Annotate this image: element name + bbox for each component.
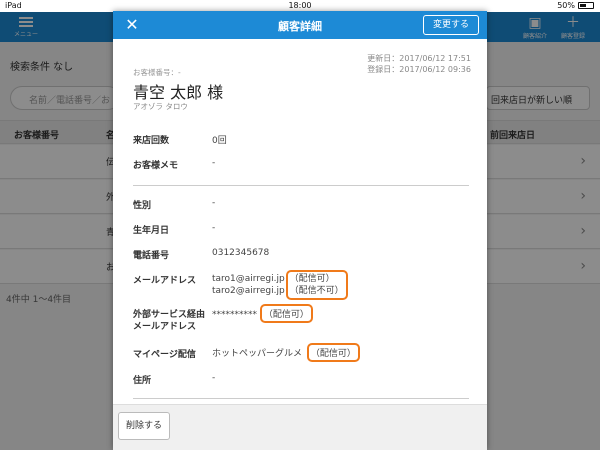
battery-icon xyxy=(578,2,594,9)
email-values: taro1@airregi.jp taro2@airregi.jp （配信可） … xyxy=(212,270,348,300)
mypage-value: ホットペッパーグルメ （配信可） xyxy=(212,343,360,362)
customer-detail-modal: ✕ 顧客詳細 変更する 更新日：2017/06/12 17:51 登録日：201… xyxy=(113,11,487,450)
phone-value: 0312345678 xyxy=(212,248,270,258)
external-email-value: ********** （配信可） xyxy=(212,304,313,323)
customer-name: 青空 太郎 様 xyxy=(133,83,224,102)
email-address: taro1@airregi.jp xyxy=(212,274,285,284)
birthday-value: - xyxy=(212,223,216,233)
email-status: （配信可） xyxy=(289,274,335,284)
external-email-label: 外部サービス経由 メールアドレス xyxy=(133,309,205,333)
modal-header: ✕ 顧客詳細 変更する xyxy=(113,11,487,39)
email-address-list: taro1@airregi.jp taro2@airregi.jp xyxy=(212,270,285,297)
mypage-label: マイページ配信 xyxy=(133,350,196,360)
memo-label: お客様メモ xyxy=(133,161,179,171)
phone-label: 電話番号 xyxy=(133,251,170,261)
email-label: メールアドレス xyxy=(133,276,197,286)
section-divider xyxy=(133,185,469,186)
external-email-label-line: メールアドレス xyxy=(133,322,197,332)
registered-date: 登録日：2017/06/12 09:36 xyxy=(367,65,471,74)
external-email-status: （配信可） xyxy=(259,304,313,323)
external-email-label-line: 外部サービス経由 xyxy=(133,310,206,320)
battery-percent: 50% xyxy=(557,1,575,10)
visit-count-value: 0回 xyxy=(212,136,227,146)
mypage-status: （配信可） xyxy=(306,343,360,362)
mypage-service: ホットペッパーグルメ xyxy=(212,349,303,359)
memo-value: - xyxy=(212,158,216,168)
customer-number: お客様番号：- xyxy=(133,68,181,77)
battery-status: 50% xyxy=(557,1,594,10)
email-status-highlight: （配信可） （配信不可） xyxy=(285,270,348,300)
delete-button[interactable]: 削除する xyxy=(118,412,170,440)
updated-date: 更新日：2017/06/12 17:51 xyxy=(367,54,471,63)
email-status: （配信不可） xyxy=(289,286,344,296)
gender-label: 性別 xyxy=(133,201,152,211)
external-email-masked: ********** xyxy=(212,310,257,320)
visit-count-label: 来店回数 xyxy=(133,136,170,146)
email-address: taro2@airregi.jp xyxy=(212,286,285,296)
customer-kana: アオゾラ タロウ xyxy=(133,102,188,111)
address-value: - xyxy=(212,373,216,383)
address-label: 住所 xyxy=(133,376,152,386)
section-divider xyxy=(133,398,469,399)
clock: 18:00 xyxy=(288,1,312,10)
timestamps: 更新日：2017/06/12 17:51 登録日：2017/06/12 09:3… xyxy=(367,53,471,75)
edit-button[interactable]: 変更する xyxy=(423,15,479,35)
modal-body[interactable]: 更新日：2017/06/12 17:51 登録日：2017/06/12 09:3… xyxy=(113,39,487,404)
birthday-label: 生年月日 xyxy=(133,226,170,236)
gender-value: - xyxy=(212,198,216,208)
